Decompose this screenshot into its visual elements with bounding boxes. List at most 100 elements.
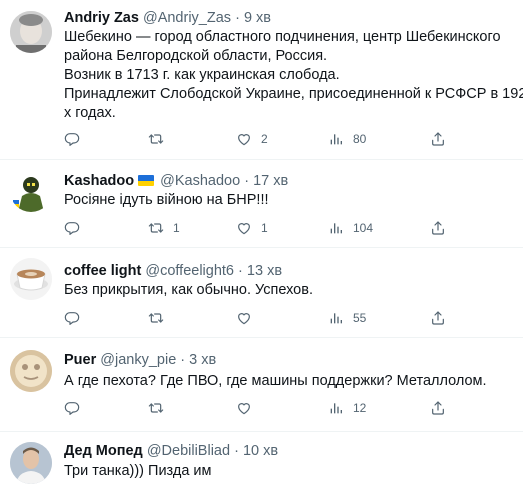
separator-dot: · (238, 263, 243, 279)
reply-button[interactable] (64, 220, 89, 236)
tweet[interactable]: Kashadoo @Kashadoo · 17 хв Росіяне ідуть… (0, 160, 523, 248)
share-button[interactable] (430, 220, 446, 236)
separator-dot: · (180, 352, 186, 368)
text-line: х годах. (64, 105, 116, 121)
author-name[interactable]: Дед Мопед (64, 443, 143, 459)
views-button[interactable]: 104 (328, 220, 373, 236)
tweet-actions: 55 (64, 310, 464, 330)
author-name[interactable]: Puer (64, 352, 96, 368)
tweet-actions: 12 (64, 400, 464, 420)
like-button[interactable]: 1 (236, 220, 268, 236)
avatar[interactable] (10, 11, 52, 53)
separator-dot: · (234, 443, 239, 459)
text-line: Возник в 1713 г. как украинская слобода. (64, 67, 340, 83)
like-count: 2 (261, 132, 268, 146)
heart-icon (236, 220, 252, 236)
author-handle[interactable]: @DebiliBliad (147, 443, 230, 459)
retweet-button[interactable] (148, 310, 173, 326)
retweet-button[interactable] (148, 400, 173, 416)
avatar[interactable] (10, 350, 52, 392)
timestamp[interactable]: 13 хв (247, 263, 282, 279)
author-handle[interactable]: @Andriy_Zas (143, 10, 231, 26)
retweet-button[interactable]: 1 (148, 220, 180, 236)
tweet[interactable]: Дед Мопед @DebiliBliad · 10 хв Три танка… (0, 432, 523, 490)
tweet-actions: 2 80 (64, 131, 464, 151)
tweet-text: Шебекино — город областного подчинения, … (64, 28, 523, 123)
author-handle[interactable]: @Kashadoo (160, 173, 240, 189)
views-count: 12 (353, 401, 367, 415)
separator-dot: · (244, 173, 250, 189)
tweet-header: Дед Мопед @DebiliBliad · 10 хв (64, 442, 278, 460)
retweet-icon (148, 400, 164, 416)
like-button[interactable]: 2 (236, 131, 268, 147)
share-button[interactable] (430, 310, 446, 326)
reply-button[interactable] (64, 131, 89, 147)
timestamp[interactable]: 10 хв (243, 443, 278, 459)
reply-icon (64, 131, 80, 147)
reply-button[interactable] (64, 310, 89, 326)
share-icon (430, 310, 446, 326)
tweet-text: А где пехота? Где ПВО, где машины поддер… (64, 372, 519, 391)
views-icon (328, 310, 344, 326)
reply-icon (64, 400, 80, 416)
heart-icon (236, 131, 252, 147)
heart-icon (236, 310, 252, 326)
reply-icon (64, 310, 80, 326)
share-button[interactable] (430, 131, 446, 147)
tweet-header: Andriy Zas @Andriy_Zas · 9 хв (64, 9, 271, 27)
views-icon (328, 131, 344, 147)
ukraine-flag-icon (138, 175, 155, 186)
timestamp[interactable]: 17 хв (253, 173, 288, 189)
views-button[interactable]: 55 (328, 310, 366, 326)
text-line: Шебекино — город областного подчинения, … (64, 29, 501, 45)
like-button[interactable] (236, 400, 261, 416)
retweet-icon (148, 310, 164, 326)
avatar[interactable] (10, 170, 52, 212)
views-count: 55 (353, 311, 367, 325)
text-line: Росіяне ідуть війною на БНР!!! (64, 192, 269, 208)
timestamp[interactable]: 9 хв (244, 10, 271, 26)
text-line: Три танка))) Пизда им (64, 463, 212, 479)
author-name[interactable]: Andriy Zas (64, 10, 139, 26)
author-handle[interactable]: @coffeelight6 (145, 263, 234, 279)
reply-icon (64, 220, 80, 236)
views-icon (328, 220, 344, 236)
text-line: А где пехота? Где ПВО, где машины поддер… (64, 373, 487, 389)
retweet-button[interactable] (148, 131, 173, 147)
share-icon (430, 400, 446, 416)
share-button[interactable] (430, 400, 446, 416)
avatar[interactable] (10, 442, 52, 484)
like-count: 1 (261, 221, 268, 235)
tweet-text: Без прикрытия, как обычно. Успехов. (64, 281, 519, 300)
tweet-text: Три танка))) Пизда им (64, 462, 519, 481)
tweet[interactable]: coffee light @coffeelight6 · 13 хв Без п… (0, 248, 523, 338)
text-line: Без прикрытия, как обычно. Успехов. (64, 282, 313, 298)
tweet[interactable]: Puer @janky_pie · 3 хв А где пехота? Где… (0, 338, 523, 432)
views-button[interactable]: 12 (328, 400, 366, 416)
tweet-actions: 1 1 104 (64, 220, 464, 240)
separator-dot: · (235, 10, 240, 26)
tweet-header: Kashadoo @Kashadoo · 17 хв (64, 172, 288, 190)
share-icon (430, 131, 446, 147)
tweet-header: Puer @janky_pie · 3 хв (64, 351, 216, 369)
views-count: 80 (353, 132, 367, 146)
retweet-icon (148, 220, 164, 236)
author-handle[interactable]: @janky_pie (100, 352, 176, 368)
retweet-count: 1 (173, 221, 180, 235)
views-icon (328, 400, 344, 416)
like-button[interactable] (236, 310, 261, 326)
avatar[interactable] (10, 258, 52, 300)
reply-button[interactable] (64, 400, 89, 416)
text-line: Принадлежит Слободской Украине, присоеди… (64, 86, 523, 102)
tweet[interactable]: Andriy Zas @Andriy_Zas · 9 хв Шебекино —… (0, 0, 523, 160)
text-line: района Белгородской области, Россия. (64, 48, 328, 64)
author-name[interactable]: coffee light (64, 263, 141, 279)
share-icon (430, 220, 446, 236)
views-button[interactable]: 80 (328, 131, 366, 147)
author-name[interactable]: Kashadoo (64, 173, 134, 189)
heart-icon (236, 400, 252, 416)
timestamp[interactable]: 3 хв (189, 352, 216, 368)
retweet-icon (148, 131, 164, 147)
tweet-header: coffee light @coffeelight6 · 13 хв (64, 262, 282, 280)
tweet-text: Росіяне ідуть війною на БНР!!! (64, 191, 519, 210)
